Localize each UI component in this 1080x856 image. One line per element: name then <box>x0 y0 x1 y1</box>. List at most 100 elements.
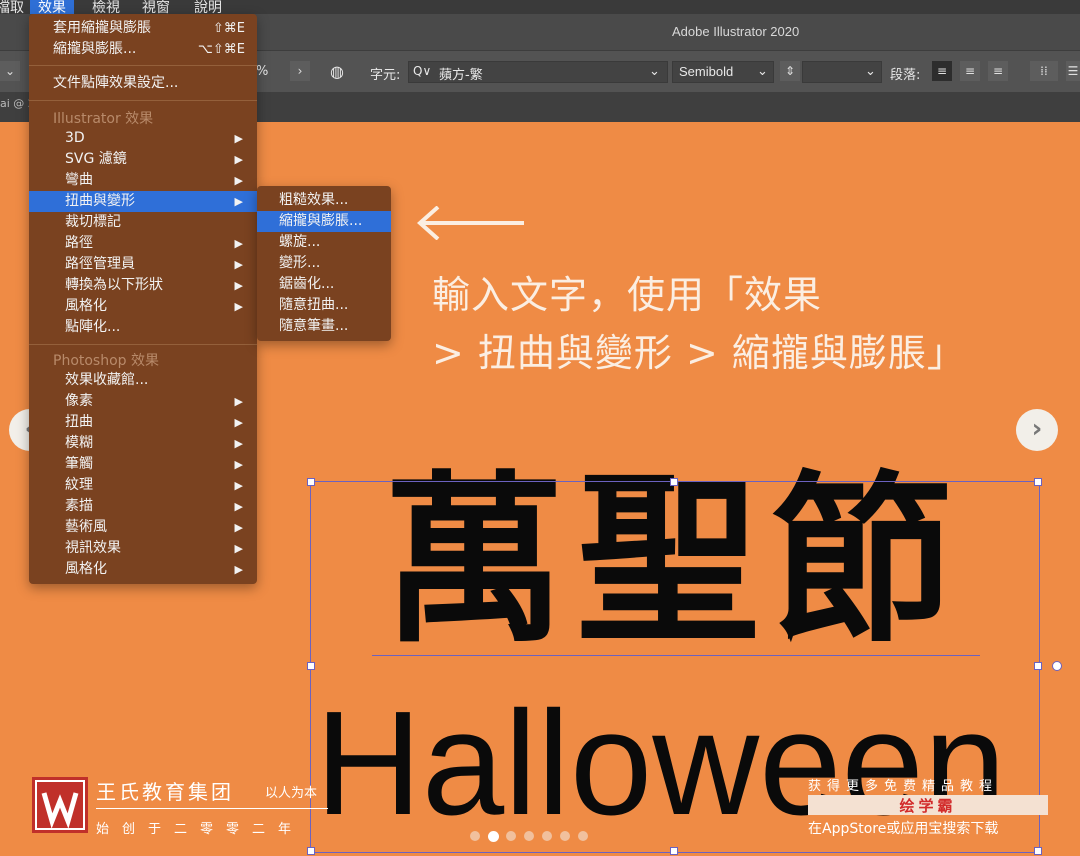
align-center-icon[interactable]: ≡ <box>960 61 980 81</box>
submenu-item-3[interactable]: 變形... <box>257 253 391 274</box>
chevron-down-icon[interactable]: ⌄ <box>649 64 660 79</box>
menu-item-photoshop-4[interactable]: 筆觸 ▶ <box>29 454 257 475</box>
submenu-item-4[interactable]: 鋸齒化... <box>257 274 391 295</box>
font-style-field[interactable]: Semibold ⌄ <box>672 61 774 83</box>
carousel-dot[interactable] <box>506 831 516 841</box>
menu-item-photoshop-0[interactable]: 效果收藏館... <box>29 370 257 391</box>
submenu-item-1[interactable]: 縮攏與膨脹... <box>257 211 391 232</box>
menu-item-illustrator-9[interactable]: 點陣化... <box>29 317 257 338</box>
menu-item-label: 點陣化... <box>65 319 121 335</box>
menu-item-illustrator-0[interactable]: 3D ▶ <box>29 128 257 149</box>
submenu-item-label: 縮攏與膨脹... <box>279 213 363 229</box>
selection-handle[interactable] <box>1034 478 1042 486</box>
carousel-dot[interactable] <box>524 831 534 841</box>
submenu-arrow-icon: ▶ <box>234 174 243 187</box>
carousel-dot[interactable] <box>578 831 588 841</box>
menu-item-illustrator-4[interactable]: 裁切標記 <box>29 212 257 233</box>
app-menubar: 檔取 效果 檢視 視窗 說明 <box>0 0 1080 17</box>
submenu-arrow-icon: ▶ <box>234 542 243 555</box>
menu-item-label: 文件點陣效果設定... <box>53 75 179 91</box>
menu-item-label: 視訊效果 <box>65 540 121 556</box>
chevron-down-icon[interactable]: ⌄ <box>865 64 876 79</box>
selection-handle[interactable] <box>307 847 315 855</box>
menu-item-raster-settings[interactable]: 文件點陣效果設定... <box>29 73 257 94</box>
menu-item-label: 縮攏與膨脹... <box>53 41 137 57</box>
menu-item-photoshop-6[interactable]: 素描 ▶ <box>29 496 257 517</box>
carousel-dot[interactable] <box>542 831 552 841</box>
menu-item-label: 風格化 <box>65 561 107 577</box>
menu-item-illustrator-3[interactable]: 扭曲與變形 ▶ <box>29 191 257 212</box>
effect-menu: 套用縮攏與膨脹 ⇧⌘E 縮攏與膨脹... ⌥⇧⌘E 文件點陣效果設定... Il… <box>29 14 257 584</box>
font-family-field[interactable]: Q∨ 蘋方-繁 ⌄ <box>408 61 668 83</box>
menu-group-photoshop: Photoshop 效果 <box>53 353 160 369</box>
submenu-arrow-icon: ▶ <box>234 395 243 408</box>
menu-item-shortcut: ⇧⌘E <box>212 21 245 36</box>
menu-item-photoshop-9[interactable]: 風格化 ▶ <box>29 559 257 580</box>
font-style-value: Semibold <box>679 64 734 79</box>
menu-item-photoshop-8[interactable]: 視訊效果 ▶ <box>29 538 257 559</box>
selection-handle[interactable] <box>670 478 678 486</box>
promo-app-name: 绘学霸 <box>899 797 957 815</box>
chevron-down-icon[interactable]: ⌄ <box>0 61 20 81</box>
submenu-arrow-icon: ▶ <box>234 500 243 513</box>
submenu-item-label: 隨意筆畫... <box>279 318 349 334</box>
carousel-dot[interactable] <box>488 831 499 842</box>
menu-item-illustrator-7[interactable]: 轉換為以下形狀 ▶ <box>29 275 257 296</box>
menu-item-apply-last[interactable]: 套用縮攏與膨脹 ⇧⌘E <box>29 18 257 39</box>
submenu-item-2[interactable]: 螺旋... <box>257 232 391 253</box>
submenu-item-label: 螺旋... <box>279 234 321 250</box>
menu-item-label: 藝術風 <box>65 519 107 535</box>
menu-item-illustrator-1[interactable]: SVG 濾鏡 ▶ <box>29 149 257 170</box>
submenu-item-label: 粗糙效果... <box>279 192 349 208</box>
submenu-item-5[interactable]: 隨意扭曲... <box>257 295 391 316</box>
selection-handle[interactable] <box>1034 847 1042 855</box>
menu-separator <box>29 344 257 345</box>
search-icon: Q∨ <box>413 64 432 78</box>
menu-item-photoshop-3[interactable]: 模糊 ▶ <box>29 433 257 454</box>
rotate-handle[interactable] <box>1052 661 1062 671</box>
menu-item-illustrator-5[interactable]: 路徑 ▶ <box>29 233 257 254</box>
wang-logo <box>32 777 88 833</box>
grid-options-icon[interactable]: ⁞⁞ <box>1030 61 1058 81</box>
submenu-arrow-icon: ▶ <box>234 258 243 271</box>
carousel-dot[interactable] <box>560 831 570 841</box>
submenu-item-0[interactable]: 粗糙效果... <box>257 190 391 211</box>
menu-item-photoshop-5[interactable]: 紋理 ▶ <box>29 475 257 496</box>
paragraph-label: 段落: <box>890 68 921 83</box>
globe-icon[interactable]: ◍ <box>330 62 344 81</box>
carousel-next-button[interactable]: › <box>1016 409 1058 451</box>
carousel-dot[interactable] <box>470 831 480 841</box>
selection-handle[interactable] <box>1034 662 1042 670</box>
menu-item-last-effect[interactable]: 縮攏與膨脹... ⌥⇧⌘E <box>29 39 257 60</box>
instruction-line2: > 扭曲與變形 > 縮攏與膨脹」 <box>432 331 966 375</box>
submenu-item-label: 鋸齒化... <box>279 276 335 292</box>
menu-item-photoshop-7[interactable]: 藝術風 ▶ <box>29 517 257 538</box>
stepper-icon[interactable]: ⇕ <box>780 61 800 81</box>
distort-transform-submenu: 粗糙效果... 縮攏與膨脹... 螺旋... 變形... 鋸齒化... 隨意扭曲... 隨意… <box>257 186 391 341</box>
submenu-item-label: 變形... <box>279 255 321 271</box>
menu-item-photoshop-1[interactable]: 像素 ▶ <box>29 391 257 412</box>
submenu-arrow-icon: ▶ <box>234 237 243 250</box>
menu-item-illustrator-6[interactable]: 路徑管理員 ▶ <box>29 254 257 275</box>
selection-handle[interactable] <box>670 847 678 855</box>
submenu-arrow-icon: ▶ <box>234 195 243 208</box>
selection-handle[interactable] <box>307 478 315 486</box>
menu-item-label: 風格化 <box>65 298 107 314</box>
menu-item-photoshop-2[interactable]: 扭曲 ▶ <box>29 412 257 433</box>
panel-menu-icon[interactable]: ☰ <box>1066 61 1080 81</box>
menu-separator <box>29 65 257 66</box>
menu-item-illustrator-8[interactable]: 風格化 ▶ <box>29 296 257 317</box>
chevron-down-icon[interactable]: ⌄ <box>757 64 768 79</box>
menu-item-label: 素描 <box>65 498 93 514</box>
menu-item-illustrator-2[interactable]: 彎曲 ▶ <box>29 170 257 191</box>
submenu-arrow-icon: ▶ <box>234 479 243 492</box>
font-size-field[interactable]: ⌄ <box>802 61 882 83</box>
text-baseline <box>372 655 980 656</box>
align-right-icon[interactable]: ≡ <box>988 61 1008 81</box>
selection-handle[interactable] <box>307 662 315 670</box>
chevron-right-icon[interactable]: › <box>290 61 310 81</box>
submenu-arrow-icon: ▶ <box>234 521 243 534</box>
align-left-icon[interactable]: ≡ <box>932 61 952 81</box>
submenu-item-6[interactable]: 隨意筆畫... <box>257 316 391 337</box>
menu-item-shortcut: ⌥⇧⌘E <box>197 42 245 57</box>
